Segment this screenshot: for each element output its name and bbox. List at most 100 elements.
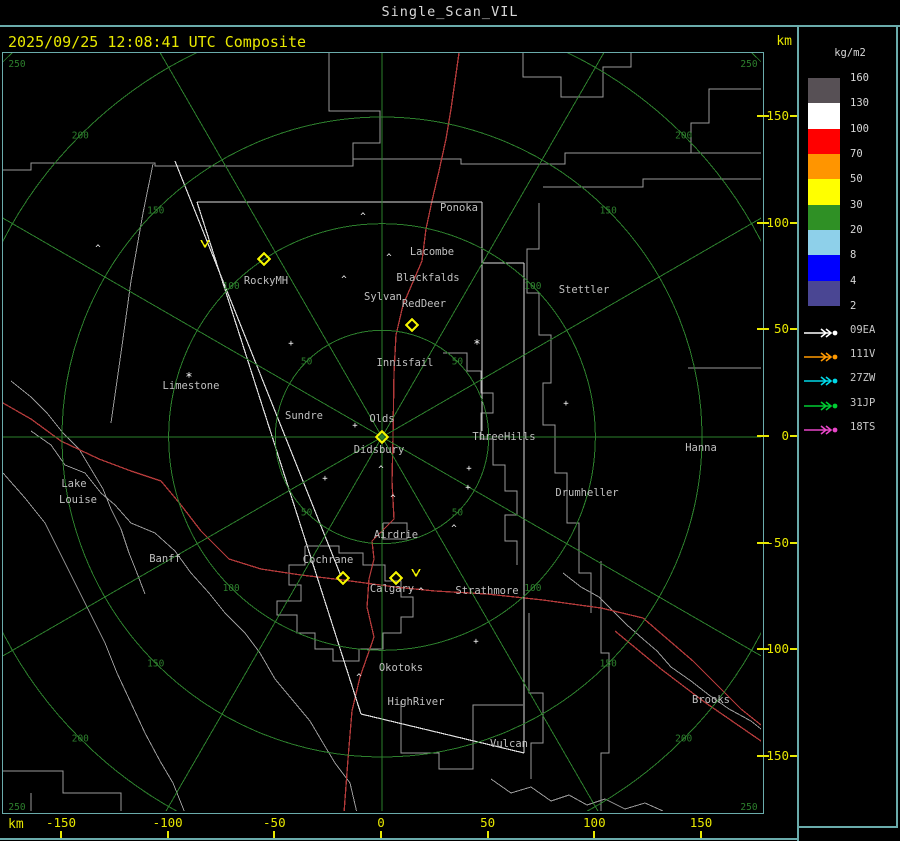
- bottom-border-line: [0, 838, 798, 840]
- window-title: Single_Scan_VIL: [381, 4, 519, 20]
- city-label: Vulcan: [490, 738, 528, 750]
- legend-divider-line: [797, 25, 799, 841]
- county-boundary: [562, 572, 761, 730]
- ring-distance-label: 150: [147, 658, 164, 669]
- radar-arrow-icon: [804, 421, 842, 440]
- bottom-axis-tick: [593, 831, 596, 838]
- radar-site-diamond[interactable]: [388, 570, 404, 586]
- radar-app-window: Single_Scan_VIL 2025/09/25 12:08:41 UTC …: [0, 0, 900, 841]
- radar-id-label: 18TS: [850, 421, 876, 433]
- right-axis-tick: [790, 115, 797, 117]
- legend-value-label: 160: [850, 72, 869, 84]
- right-axis-tick: [757, 221, 769, 224]
- ring-distance-label: 200: [675, 130, 692, 141]
- city-label: Stettler: [559, 284, 610, 296]
- legend-swatch: [808, 153, 840, 180]
- town-star-marker: *: [185, 370, 192, 384]
- legend-swatch: [808, 229, 840, 256]
- bottom-axis-tick-label: -150: [45, 815, 77, 830]
- town-plus-marker: +: [288, 339, 294, 349]
- ring-distance-label: 50: [452, 357, 464, 368]
- radar-id-label: 111V: [850, 348, 876, 360]
- legend-swatch: [808, 103, 840, 129]
- ring-distance-label: 200: [72, 130, 89, 141]
- city-label: Innisfail: [377, 357, 434, 369]
- city-label: Lacombe: [410, 246, 454, 258]
- ring-distance-label: 100: [223, 281, 240, 292]
- city-label: Cochrane: [303, 554, 354, 566]
- ring-distance-label: 200: [675, 734, 692, 745]
- city-label: Banff: [149, 553, 181, 565]
- county-boundary: [600, 561, 610, 811]
- city-label: RedDeer: [402, 298, 446, 310]
- city-label: ThreeHills: [472, 431, 535, 443]
- town-caret-marker: ^: [378, 465, 384, 475]
- bottom-axis-tick-label: 100: [583, 815, 606, 830]
- right-axis-tick: [790, 435, 797, 437]
- town-caret-marker: ^: [95, 244, 101, 254]
- right-axis-tick: [757, 328, 769, 331]
- town-plus-marker: +: [352, 421, 358, 431]
- legend-bottom-border: [797, 826, 898, 828]
- bottom-axis-unit: km: [8, 817, 24, 832]
- town-caret-marker: ^: [451, 524, 457, 534]
- bottom-axis-tick: [486, 831, 489, 838]
- legend-swatch: [808, 255, 840, 281]
- bottom-axis-tick-label: -100: [152, 815, 183, 830]
- yellow-vee-marker: [411, 568, 421, 578]
- legend-value-label: 2: [850, 299, 857, 312]
- title-bar: Single_Scan_VIL: [0, 0, 900, 27]
- town-caret-marker: ^: [356, 673, 362, 683]
- scan-area-outline: [174, 160, 342, 577]
- town-caret-marker: ^: [418, 587, 424, 597]
- right-axis-tick: [790, 648, 797, 651]
- legend-value-label: 130: [850, 97, 869, 110]
- county-boundary: [328, 53, 381, 165]
- ring-distance-label: 50: [301, 507, 313, 518]
- right-axis-tick: [790, 328, 797, 331]
- legend-right-border: [896, 25, 898, 827]
- city-label: Blackfalds: [396, 272, 459, 284]
- city-label: Strathmore: [455, 585, 518, 597]
- legend-unit-label: kg/m2: [834, 47, 866, 59]
- ring-distance-label: 150: [600, 206, 617, 217]
- town-plus-marker: +: [466, 464, 472, 474]
- city-label: Louise: [59, 494, 97, 506]
- city-label: Ponoka: [440, 202, 478, 214]
- legend-value-label: 8: [850, 249, 857, 262]
- right-axis-tick: [757, 435, 769, 437]
- ring-distance-label: 50: [301, 357, 313, 368]
- city-label: Drumheller: [555, 487, 618, 499]
- legend-value-label: 50: [850, 173, 863, 186]
- legend-value-label: 4: [850, 274, 857, 287]
- city-label: Didsbury: [354, 444, 405, 456]
- legend-swatch: [808, 204, 840, 230]
- bottom-axis-tick: [273, 831, 276, 838]
- highway-line: [614, 630, 761, 742]
- bottom-axis-tick: [380, 831, 382, 838]
- ring-distance-label: 250: [740, 59, 757, 70]
- county-boundary: [490, 778, 664, 811]
- city-label: Brooks: [692, 694, 730, 706]
- city-label: Airdrie: [374, 529, 418, 541]
- radar-map-display[interactable]: 50 50 50 50 100 100 100 100 150 150 150 150 200 200 20…: [2, 52, 764, 814]
- legend-swatch: [808, 128, 840, 154]
- ring-distance-label: 250: [740, 802, 757, 811]
- legend-value-label: 20: [850, 223, 863, 236]
- town-caret-marker: ^: [386, 253, 392, 263]
- legend-swatch: [808, 78, 840, 104]
- town-caret-marker: ^: [390, 494, 396, 504]
- legend-swatch: [808, 179, 840, 205]
- town-plus-marker: +: [563, 399, 569, 409]
- ring-distance-label: 50: [452, 507, 464, 518]
- right-axis-unit: km: [776, 34, 792, 49]
- town-plus-marker: +: [465, 483, 471, 493]
- radar-arrow-icon: [804, 372, 842, 391]
- city-label: Hanna: [685, 442, 717, 454]
- scan-datetime: 2025/09/25 12:08:41 UTC Composite: [8, 33, 307, 51]
- radar-site-diamond[interactable]: [335, 570, 351, 586]
- county-boundary: [522, 53, 632, 98]
- town-caret-marker: ^: [360, 212, 366, 222]
- county-boundary: [110, 163, 154, 424]
- radar-site-diamond[interactable]: [404, 317, 420, 333]
